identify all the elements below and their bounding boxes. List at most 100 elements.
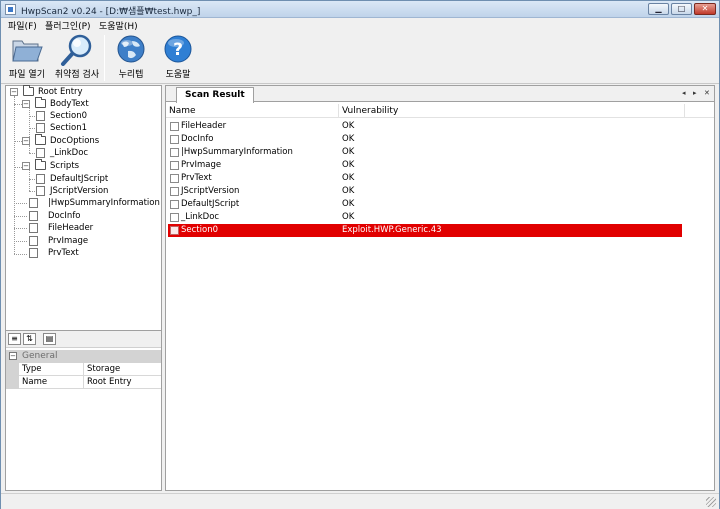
row-checkbox[interactable] bbox=[170, 148, 179, 157]
collapse-icon[interactable]: − bbox=[10, 88, 18, 96]
stream-icon bbox=[29, 223, 38, 233]
folder-icon bbox=[23, 85, 34, 96]
folder-icon bbox=[35, 134, 46, 145]
magnifier-icon bbox=[60, 33, 94, 66]
result-row[interactable]: PrvText OK bbox=[168, 172, 682, 185]
result-row[interactable]: DefaultJScript OK bbox=[168, 198, 682, 211]
nuritab-button[interactable]: 누리텝 bbox=[111, 33, 151, 80]
folder-open-icon bbox=[10, 33, 44, 66]
menu-plugins[interactable]: 플러그인(P) bbox=[45, 19, 91, 32]
result-vulnerability: OK bbox=[342, 199, 355, 209]
result-vulnerability: OK bbox=[342, 160, 355, 170]
app-icon bbox=[5, 4, 16, 15]
result-row[interactable]: JScriptVersion OK bbox=[168, 185, 682, 198]
stream-icon bbox=[36, 111, 45, 121]
collapse-icon[interactable]: − bbox=[22, 162, 30, 170]
stream-icon bbox=[36, 123, 45, 133]
tab-close-icon[interactable]: ✕ bbox=[704, 89, 710, 97]
tab-next-icon[interactable]: ▸ bbox=[693, 89, 697, 97]
tab-prev-icon[interactable]: ◂ bbox=[682, 89, 686, 97]
maximize-button[interactable]: □ bbox=[671, 3, 692, 15]
menu-file[interactable]: 파일(F) bbox=[8, 19, 37, 32]
stream-icon bbox=[29, 198, 38, 208]
alphabetical-view-button[interactable]: ⇅ bbox=[23, 333, 36, 345]
row-checkbox[interactable] bbox=[170, 122, 179, 131]
result-row[interactable]: DocInfo OK bbox=[168, 133, 682, 146]
result-name: _LinkDoc bbox=[181, 212, 220, 222]
stream-icon bbox=[29, 236, 38, 246]
column-header-name[interactable]: Name bbox=[166, 104, 339, 118]
property-grid: − General Type Storage Name Root Entry bbox=[6, 350, 161, 389]
result-name: JScriptVersion bbox=[181, 186, 240, 196]
row-checkbox[interactable] bbox=[170, 226, 179, 235]
result-name: |HwpSummaryInformation bbox=[181, 147, 293, 157]
row-checkbox[interactable] bbox=[170, 161, 179, 170]
collapse-icon[interactable]: − bbox=[22, 100, 30, 108]
result-vulnerability: OK bbox=[342, 212, 355, 222]
result-vulnerability: OK bbox=[342, 121, 355, 131]
result-name: DocInfo bbox=[181, 134, 214, 144]
help-icon: ? bbox=[161, 33, 195, 66]
collapse-icon[interactable]: − bbox=[22, 137, 30, 145]
open-file-label: 파일 열기 bbox=[9, 70, 45, 80]
row-checkbox[interactable] bbox=[170, 174, 179, 183]
result-vulnerability: OK bbox=[342, 173, 355, 183]
property-row[interactable]: Name Root Entry bbox=[6, 376, 161, 389]
stream-icon bbox=[29, 211, 38, 221]
property-toolbar: ≡ ⇅ ▤ bbox=[6, 331, 161, 348]
open-file-button[interactable]: 파일 열기 bbox=[7, 33, 47, 80]
result-vulnerability: Exploit.HWP.Generic.43 bbox=[342, 225, 442, 235]
folder-icon bbox=[35, 97, 46, 108]
stream-icon bbox=[36, 148, 45, 158]
storage-panel: − Root Entry − BodyText Section0 Section… bbox=[5, 85, 162, 491]
scan-result-panel: Scan Result ◂ ▸ ✕ Name Vulnerability Fil… bbox=[165, 85, 715, 491]
property-category-label: General bbox=[22, 351, 58, 361]
property-panel: ≡ ⇅ ▤ − General Type Storage Name Root E… bbox=[6, 330, 161, 490]
title-bar: HwpScan2 v0.24 - [D:₩샘플₩test.hwp_] ▁ □ ✕ bbox=[1, 1, 719, 18]
property-row[interactable]: Type Storage bbox=[6, 363, 161, 376]
result-vulnerability: OK bbox=[342, 186, 355, 196]
result-vulnerability: OK bbox=[342, 147, 355, 157]
property-key: Type bbox=[22, 363, 84, 376]
row-checkbox[interactable] bbox=[170, 200, 179, 209]
window-title: HwpScan2 v0.24 - [D:₩샘플₩test.hwp_] bbox=[21, 7, 201, 17]
result-name: Section0 bbox=[181, 225, 218, 235]
result-row[interactable]: _LinkDoc OK bbox=[168, 211, 682, 224]
row-checkbox[interactable] bbox=[170, 135, 179, 144]
result-list-header: Name Vulnerability bbox=[166, 104, 714, 118]
tab-strip: Scan Result ◂ ▸ ✕ bbox=[166, 86, 714, 103]
minimize-button[interactable]: ▁ bbox=[648, 3, 669, 15]
toolbar-separator bbox=[104, 35, 105, 81]
collapse-icon[interactable]: − bbox=[9, 352, 17, 360]
row-checkbox[interactable] bbox=[170, 187, 179, 196]
status-bar bbox=[1, 493, 719, 509]
result-row[interactable]: |HwpSummaryInformation OK bbox=[168, 146, 682, 159]
stream-icon bbox=[29, 248, 38, 258]
result-name: PrvImage bbox=[181, 160, 222, 170]
nuritab-label: 누리텝 bbox=[118, 70, 144, 80]
resize-grip-icon[interactable] bbox=[706, 497, 716, 507]
property-pages-button[interactable]: ▤ bbox=[43, 333, 56, 345]
property-category[interactable]: − General bbox=[6, 350, 161, 363]
result-row[interactable]: PrvImage OK bbox=[168, 159, 682, 172]
tab-scan-result[interactable]: Scan Result bbox=[176, 87, 254, 103]
column-header-vulnerability[interactable]: Vulnerability bbox=[339, 104, 685, 118]
close-button[interactable]: ✕ bbox=[694, 3, 716, 15]
help-button[interactable]: ? 도움말 bbox=[158, 33, 198, 80]
globe-icon bbox=[114, 33, 148, 66]
property-value: Root Entry bbox=[87, 377, 132, 387]
help-label: 도움말 bbox=[165, 70, 191, 80]
scan-vulnerability-label: 취약점 검사 bbox=[54, 70, 100, 80]
categorized-view-button[interactable]: ≡ bbox=[8, 333, 21, 345]
result-row-alert[interactable]: Section0 Exploit.HWP.Generic.43 bbox=[168, 224, 682, 237]
property-value: Storage bbox=[87, 364, 121, 374]
result-row[interactable]: FileHeader OK bbox=[168, 120, 682, 133]
toolbar: 파일 열기 취약점 검사 누리텝 ? 도움말 bbox=[1, 32, 719, 84]
property-key: Name bbox=[22, 376, 84, 389]
result-name: DefaultJScript bbox=[181, 199, 240, 209]
menu-help[interactable]: 도움말(H) bbox=[99, 19, 138, 32]
scan-vulnerability-button[interactable]: 취약점 검사 bbox=[53, 33, 101, 80]
result-name: PrvText bbox=[181, 173, 212, 183]
menu-bar: 파일(F) 플러그인(P) 도움말(H) bbox=[1, 18, 719, 32]
row-checkbox[interactable] bbox=[170, 213, 179, 222]
